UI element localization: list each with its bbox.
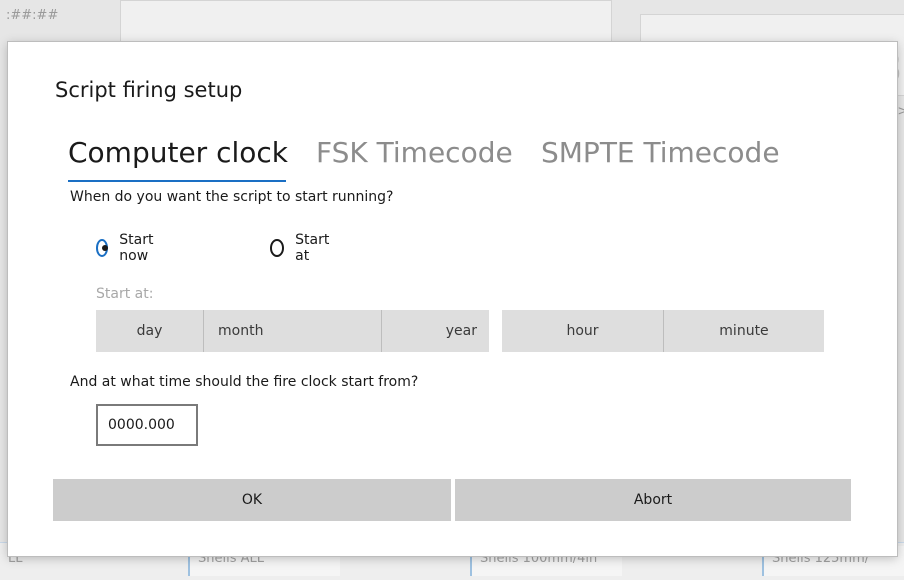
abort-button[interactable]: Abort <box>455 479 851 521</box>
ok-button[interactable]: OK <box>53 479 451 521</box>
date-month-segment[interactable]: month <box>203 310 381 352</box>
fire-clock-start-input[interactable] <box>96 404 198 446</box>
start-at-caption: Start at: <box>96 286 154 302</box>
active-tab-indicator <box>68 180 286 182</box>
start-date-picker[interactable]: day month year <box>96 310 489 352</box>
fire-clock-question-label: And at what time should the fire clock s… <box>70 374 419 390</box>
radio-start-at-label: Start at <box>295 232 330 264</box>
tab-computer-clock[interactable]: Computer clock <box>68 136 288 169</box>
date-day-segment[interactable]: day <box>96 310 203 352</box>
background-panel-top <box>120 0 612 42</box>
radio-start-now[interactable]: Start now <box>96 232 159 264</box>
time-minute-segment[interactable]: minute <box>663 310 824 352</box>
date-year-segment[interactable]: year <box>381 310 489 352</box>
radio-start-at[interactable]: Start at <box>270 232 333 264</box>
dialog-title: Script firing setup <box>55 78 243 102</box>
background-timecode-text: :##:## <box>6 8 59 23</box>
start-time-picker[interactable]: hour minute <box>502 310 824 352</box>
time-hour-segment[interactable]: hour <box>502 310 663 352</box>
start-question-label: When do you want the script to start run… <box>70 189 394 205</box>
radio-checked-icon <box>96 239 109 257</box>
script-firing-dialog: Script firing setup Computer clock FSK T… <box>8 42 897 556</box>
radio-start-now-label: Start now <box>119 232 154 264</box>
tab-fsk-timecode[interactable]: FSK Timecode <box>316 136 513 169</box>
radio-unchecked-icon <box>270 239 285 257</box>
tab-smpte-timecode[interactable]: SMPTE Timecode <box>541 136 780 169</box>
